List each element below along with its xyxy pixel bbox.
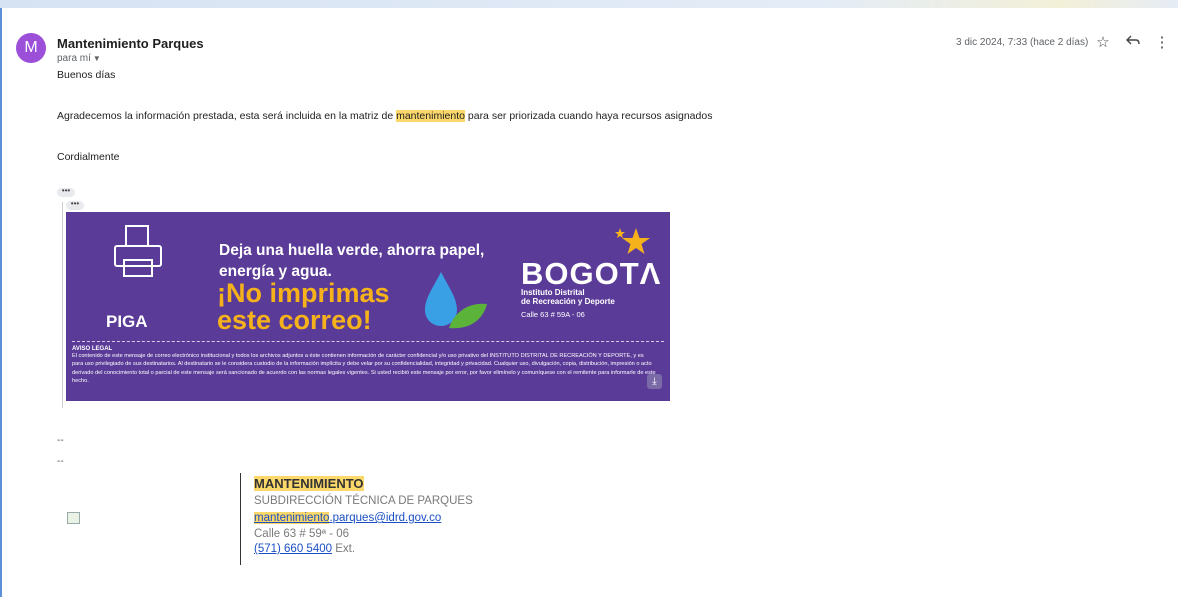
show-trimmed-button[interactable]: ••• — [57, 187, 75, 197]
water-leaf-graphic — [425, 272, 487, 329]
eco-banner: PIGA Deja una huella verde, ahorra papel… — [66, 212, 670, 401]
star-logo-icon — [615, 228, 650, 254]
bogota-logo: BOGOTΛ — [521, 256, 662, 291]
top-bar — [0, 0, 1178, 8]
piga-logo: PIGA — [106, 312, 148, 331]
signature-address: Calle 63 # 59ª - 06 — [254, 528, 350, 540]
more-vert-icon[interactable]: ⋮ — [1151, 32, 1173, 54]
banner-address: Calle 63 # 59A - 06 — [521, 310, 585, 319]
phone-link[interactable]: (571) 660 5400 — [254, 543, 332, 555]
signature-title: MANTENIMIENTO — [254, 476, 364, 491]
closing: Cordialmente — [57, 151, 120, 163]
signature-separator-2: -- — [57, 456, 64, 467]
signature-phone: (571) 660 5400 Ext. — [254, 543, 356, 555]
body-text: Agradecemos la información prestada, est… — [57, 110, 713, 122]
to-label: para mí — [57, 53, 91, 64]
institute-name: Instituto Distrital de Recreación y Depor… — [521, 288, 615, 306]
sender-name[interactable]: Mantenimiento Parques — [57, 36, 204, 51]
signature-separator: -- — [57, 435, 64, 446]
search-highlight: mantenimiento — [396, 110, 465, 122]
divider — [72, 341, 664, 342]
greeting: Buenos días — [57, 69, 116, 81]
left-border — [0, 8, 2, 597]
download-icon[interactable]: ⤓ — [647, 374, 662, 389]
show-trimmed-button-2[interactable]: ••• — [66, 200, 84, 210]
reply-icon[interactable] — [1122, 32, 1144, 54]
legal-text: El contenido de este mensaje de correo e… — [72, 353, 656, 384]
water-drop-icon — [425, 272, 457, 326]
recipient-toggle[interactable]: para mí ▼ — [57, 53, 101, 64]
signature-email-link[interactable]: mantenimiento.parques@idrd.gov.co — [254, 512, 441, 524]
printer-icon — [114, 225, 162, 277]
avatar[interactable]: M — [16, 33, 46, 63]
quote-line — [62, 202, 63, 408]
banner-headline: ¡No imprimas este correo! — [217, 278, 390, 335]
chevron-down-icon: ▼ — [92, 54, 101, 63]
signature-subtitle: SUBDIRECCIÓN TÉCNICA DE PARQUES — [254, 495, 473, 507]
signature-divider — [240, 473, 241, 565]
broken-image-icon — [67, 512, 80, 524]
email-date: 3 dic 2024, 7:33 (hace 2 días) — [956, 37, 1089, 48]
star-icon[interactable]: ☆ — [1092, 32, 1114, 54]
